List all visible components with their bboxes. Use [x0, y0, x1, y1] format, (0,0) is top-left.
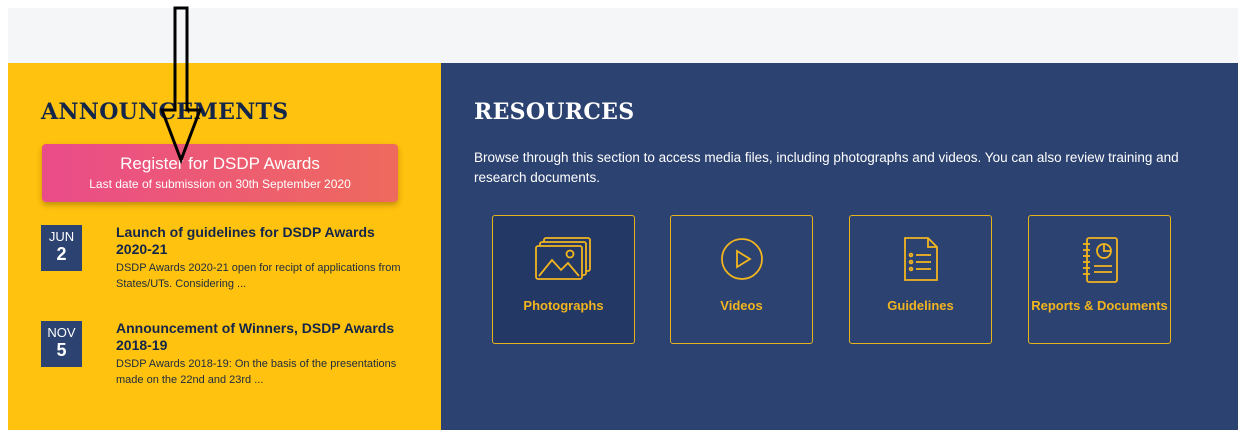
date-day: 5 — [56, 340, 67, 360]
resource-tile-photographs[interactable]: Photographs — [492, 215, 635, 344]
date-month: JUN — [48, 229, 75, 244]
date-day: 2 — [56, 244, 67, 264]
announcements-panel: ANNOUNCEMENTS Register for DSDP Awards L… — [8, 63, 441, 430]
register-dsdp-awards-button[interactable]: Register for DSDP Awards Last date of su… — [42, 144, 398, 202]
announcement-description: DSDP Awards 2018-19: On the basis of the… — [116, 358, 397, 386]
play-icon — [720, 238, 763, 280]
tile-label: Videos — [720, 298, 763, 313]
resource-tile-guidelines[interactable]: Guidelines — [849, 215, 992, 344]
resource-tile-videos[interactable]: Videos — [670, 215, 813, 344]
announcement-description: DSDP Awards 2020-21 open for recipt of a… — [116, 262, 401, 290]
announcement-title-link[interactable]: Announcement of Winners, DSDP Awards 201… — [116, 320, 406, 354]
resources-heading: RESOURCES — [474, 99, 635, 125]
tile-label: Guidelines — [887, 298, 954, 313]
down-arrow-annotation-icon — [159, 6, 203, 164]
register-button-title: Register for DSDP Awards — [120, 154, 320, 173]
tile-label: Reports & Documents — [1031, 298, 1168, 313]
date-badge: NOV 5 — [41, 321, 82, 367]
announcement-title-link[interactable]: Launch of guidelines for DSDP Awards 202… — [116, 224, 406, 258]
resource-tile-reports-documents[interactable]: Reports & Documents — [1028, 215, 1171, 344]
register-button-subtitle: Last date of submission on 30th Septembe… — [89, 177, 351, 191]
guidelines-document-icon — [903, 237, 938, 281]
resources-description: Browse through this section to access me… — [474, 150, 1179, 185]
tile-label: Photographs — [523, 298, 604, 313]
date-month: NOV — [47, 325, 76, 340]
date-badge: JUN 2 — [41, 225, 82, 271]
reports-notebook-icon — [1082, 237, 1118, 283]
resources-panel: RESOURCES Browse through this section to… — [441, 63, 1238, 430]
photographs-icon — [534, 237, 591, 280]
